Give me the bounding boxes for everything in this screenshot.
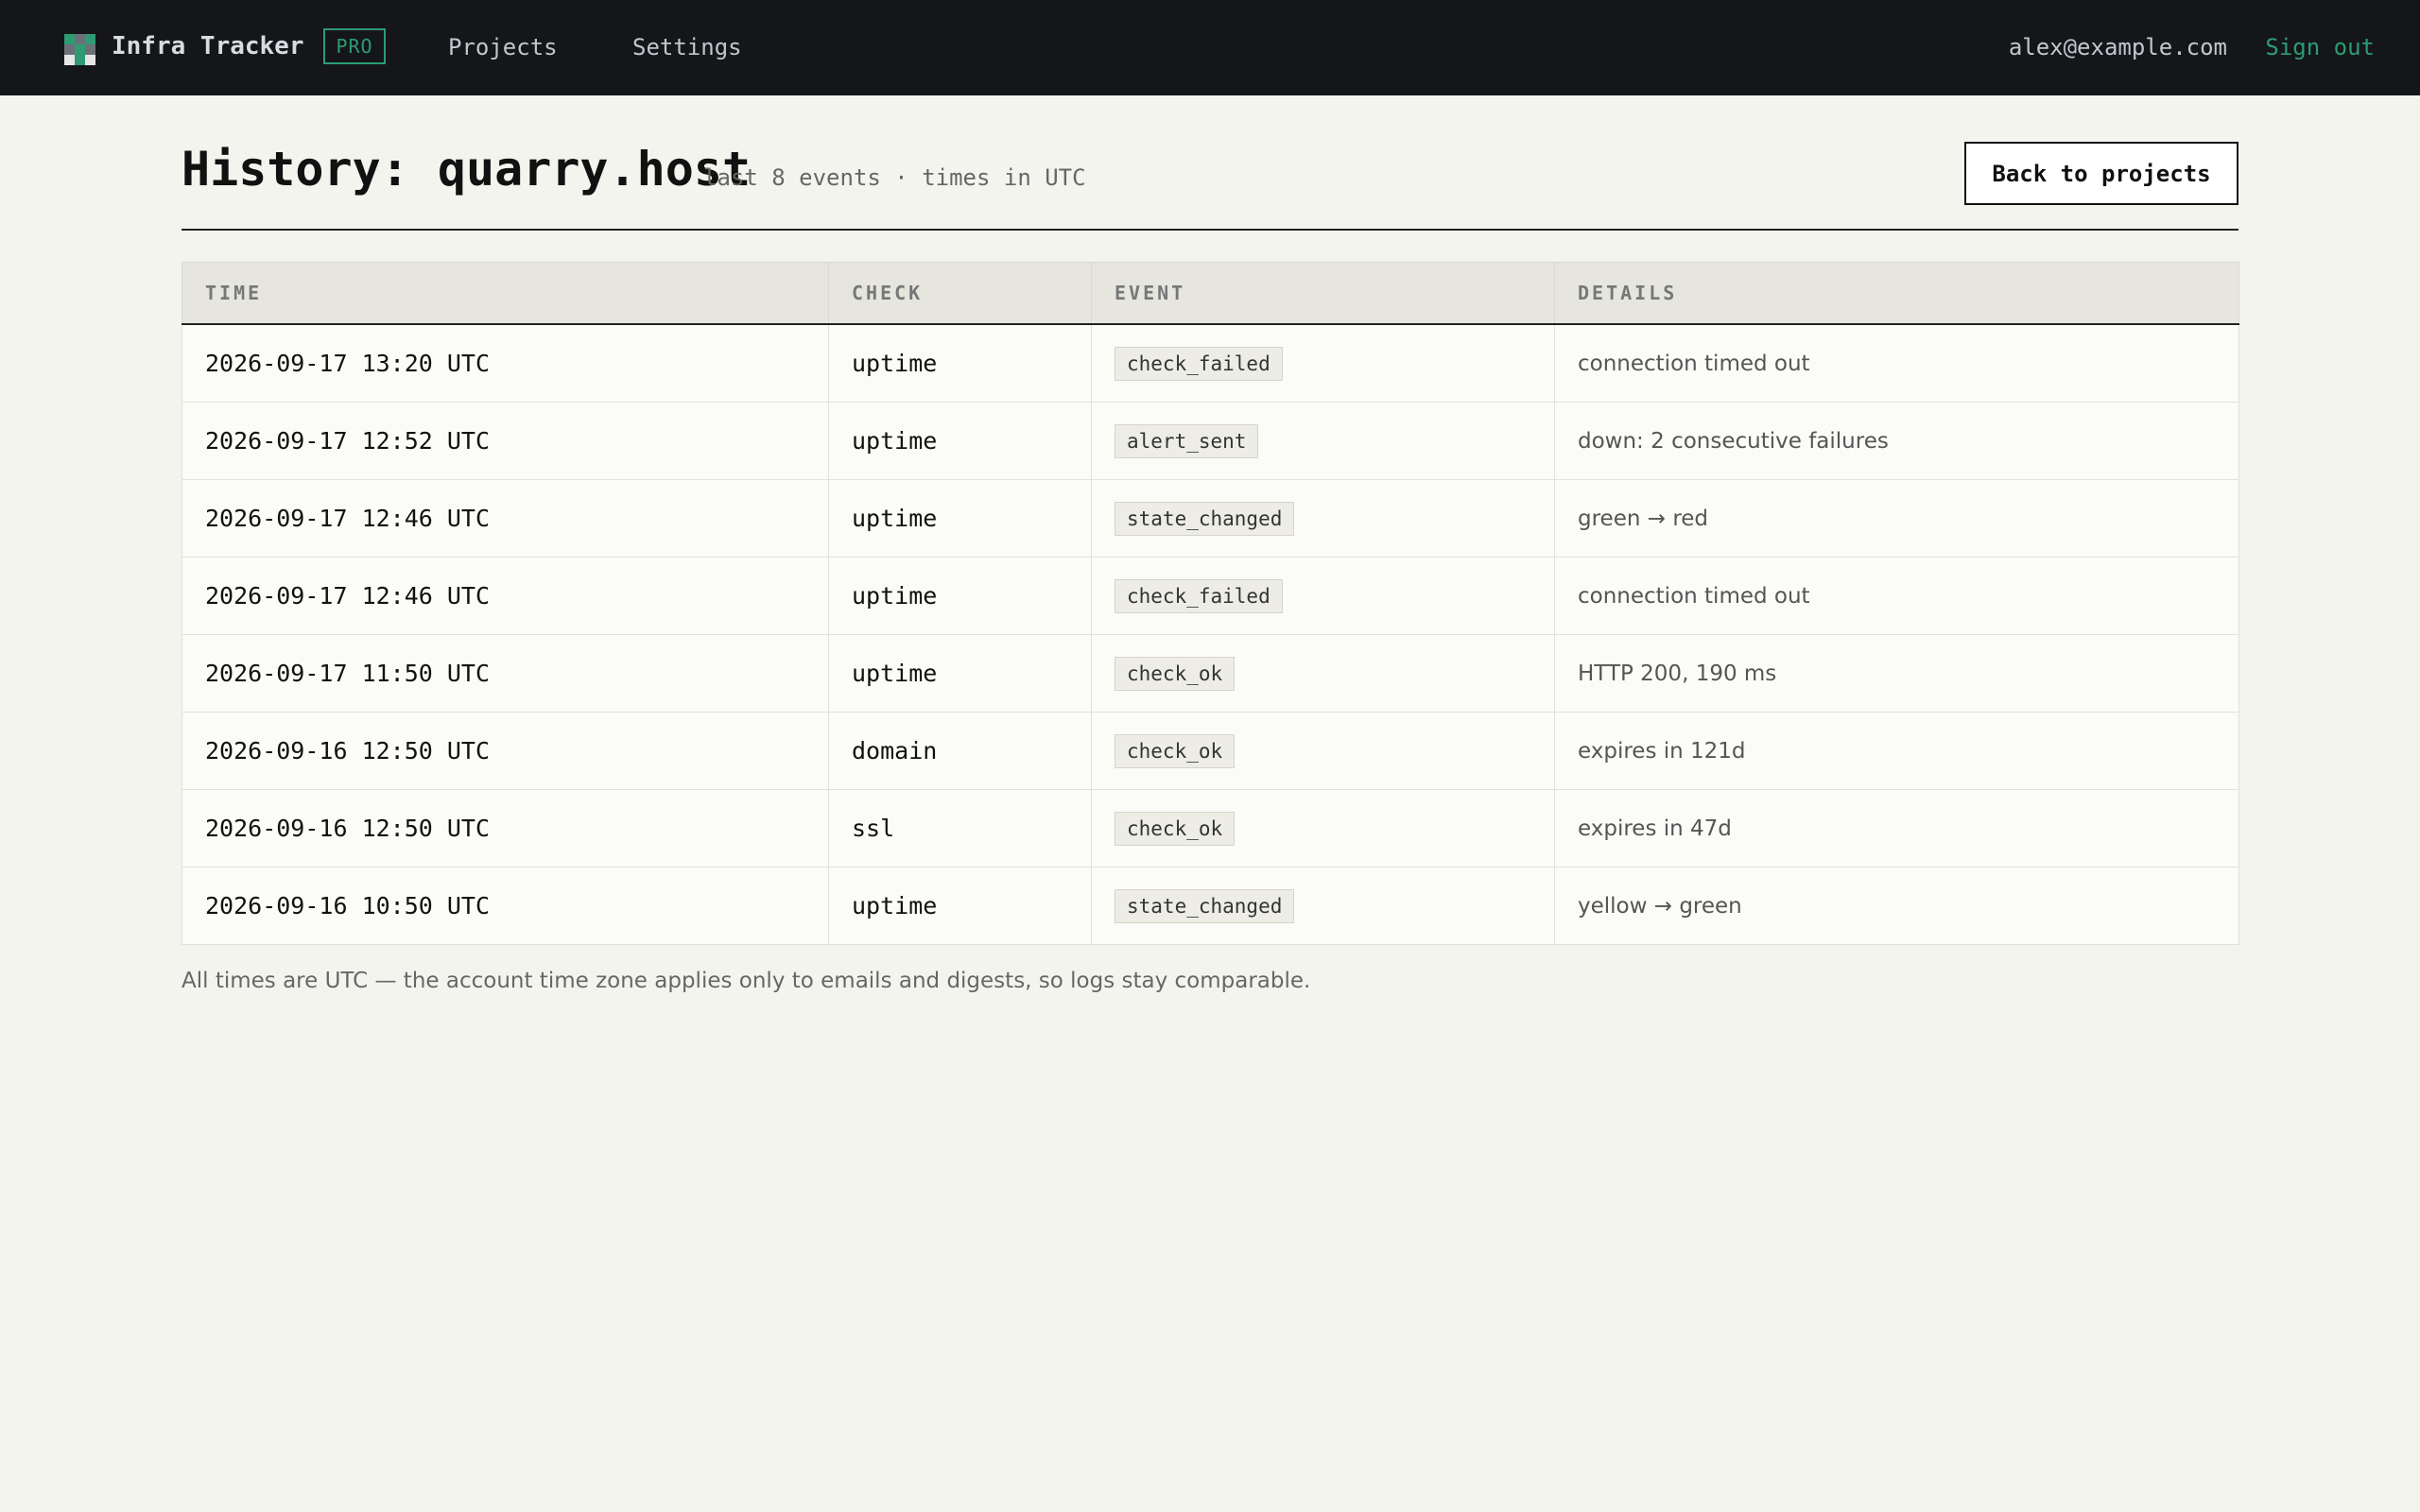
utc-footnote: All times are UTC — the account time zon… (182, 969, 1311, 993)
details-cell: expires in 121d (1554, 712, 2239, 790)
sign-out-link[interactable]: Sign out (2265, 34, 2375, 60)
event-type-tag: state_changed (1115, 888, 1295, 923)
table-row[interactable]: 2026-09-17 12:52 UTC uptime alert_sent down… (182, 402, 2239, 480)
details-cell: down: 2 consecutive failures (1554, 402, 2239, 480)
app-brand-name[interactable]: Infra Tracker (112, 32, 304, 60)
time-cell: 2026-09-16 12:50 UTC (182, 789, 829, 868)
table-header-row: TIME CHECK EVENT DETAILS (182, 262, 2239, 325)
event-type-tag: check_ok (1115, 811, 1236, 846)
details-cell: HTTP 200, 190 ms (1554, 634, 2239, 713)
check-cell: uptime (828, 479, 1092, 558)
column-header-details[interactable]: DETAILS (1554, 262, 2239, 325)
table-row[interactable]: 2026-09-16 12:50 UTC ssl check_ok expires i… (182, 789, 2239, 868)
event-cell: alert_sent (1091, 402, 1555, 480)
check-cell: uptime (828, 557, 1092, 635)
event-cell: state_changed (1091, 479, 1555, 558)
event-type-tag: alert_sent (1115, 423, 1259, 458)
column-header-check[interactable]: CHECK (828, 262, 1092, 325)
details-cell: yellow → green (1554, 867, 2239, 945)
header-divider (182, 229, 2238, 231)
page-subtitle: last 8 events · times in UTC (703, 164, 1086, 191)
top-navigation-bar: Infra Tracker PRO Projects Settings alex… (0, 0, 2420, 95)
nav-link-settings[interactable]: Settings (632, 34, 742, 60)
table-row[interactable]: 2026-09-17 13:20 UTC uptime check_failed co… (182, 324, 2239, 403)
details-cell: connection timed out (1554, 557, 2239, 635)
page-title: History: quarry.host (182, 142, 752, 197)
plan-badge: PRO (323, 28, 386, 64)
time-cell: 2026-09-17 12:46 UTC (182, 557, 829, 635)
table-row[interactable]: 2026-09-17 12:46 UTC uptime check_failed co… (182, 557, 2239, 635)
event-type-tag: check_ok (1115, 656, 1236, 691)
check-cell: ssl (828, 789, 1092, 868)
history-table-container: TIME CHECK EVENT DETAILS 2026-09-17 13:2… (182, 262, 2239, 945)
event-cell: state_changed (1091, 867, 1555, 945)
app-logo-icon (64, 34, 95, 65)
table-row[interactable]: 2026-09-16 10:50 UTC uptime state_changed y… (182, 867, 2239, 945)
user-email: alex@example.com (2008, 34, 2227, 60)
details-cell: expires in 47d (1554, 789, 2239, 868)
time-cell: 2026-09-16 10:50 UTC (182, 867, 829, 945)
details-cell: connection timed out (1554, 324, 2239, 403)
time-cell: 2026-09-16 12:50 UTC (182, 712, 829, 790)
event-cell: check_ok (1091, 789, 1555, 868)
table-row[interactable]: 2026-09-16 12:50 UTC domain check_ok expire… (182, 712, 2239, 790)
time-cell: 2026-09-17 12:46 UTC (182, 479, 829, 558)
check-cell: uptime (828, 634, 1092, 713)
back-to-projects-button[interactable]: Back to projects (1964, 142, 2238, 205)
event-cell: check_failed (1091, 557, 1555, 635)
event-type-tag: check_failed (1115, 578, 1283, 613)
column-header-time[interactable]: TIME (182, 262, 829, 325)
column-header-event[interactable]: EVENT (1091, 262, 1555, 325)
time-cell: 2026-09-17 12:52 UTC (182, 402, 829, 480)
event-type-tag: check_failed (1115, 346, 1283, 381)
check-cell: uptime (828, 324, 1092, 403)
table-row[interactable]: 2026-09-17 12:46 UTC uptime state_changed g… (182, 479, 2239, 558)
event-cell: check_ok (1091, 712, 1555, 790)
time-cell: 2026-09-17 11:50 UTC (182, 634, 829, 713)
check-cell: domain (828, 712, 1092, 790)
nav-link-projects[interactable]: Projects (448, 34, 558, 60)
event-cell: check_failed (1091, 324, 1555, 403)
details-cell: green → red (1554, 479, 2239, 558)
check-cell: uptime (828, 867, 1092, 945)
check-cell: uptime (828, 402, 1092, 480)
event-cell: check_ok (1091, 634, 1555, 713)
event-type-tag: state_changed (1115, 501, 1295, 536)
event-type-tag: check_ok (1115, 733, 1236, 768)
table-row[interactable]: 2026-09-17 11:50 UTC uptime check_ok HTTP 2… (182, 634, 2239, 713)
history-table: TIME CHECK EVENT DETAILS 2026-09-17 13:2… (182, 262, 2239, 945)
time-cell: 2026-09-17 13:20 UTC (182, 324, 829, 403)
